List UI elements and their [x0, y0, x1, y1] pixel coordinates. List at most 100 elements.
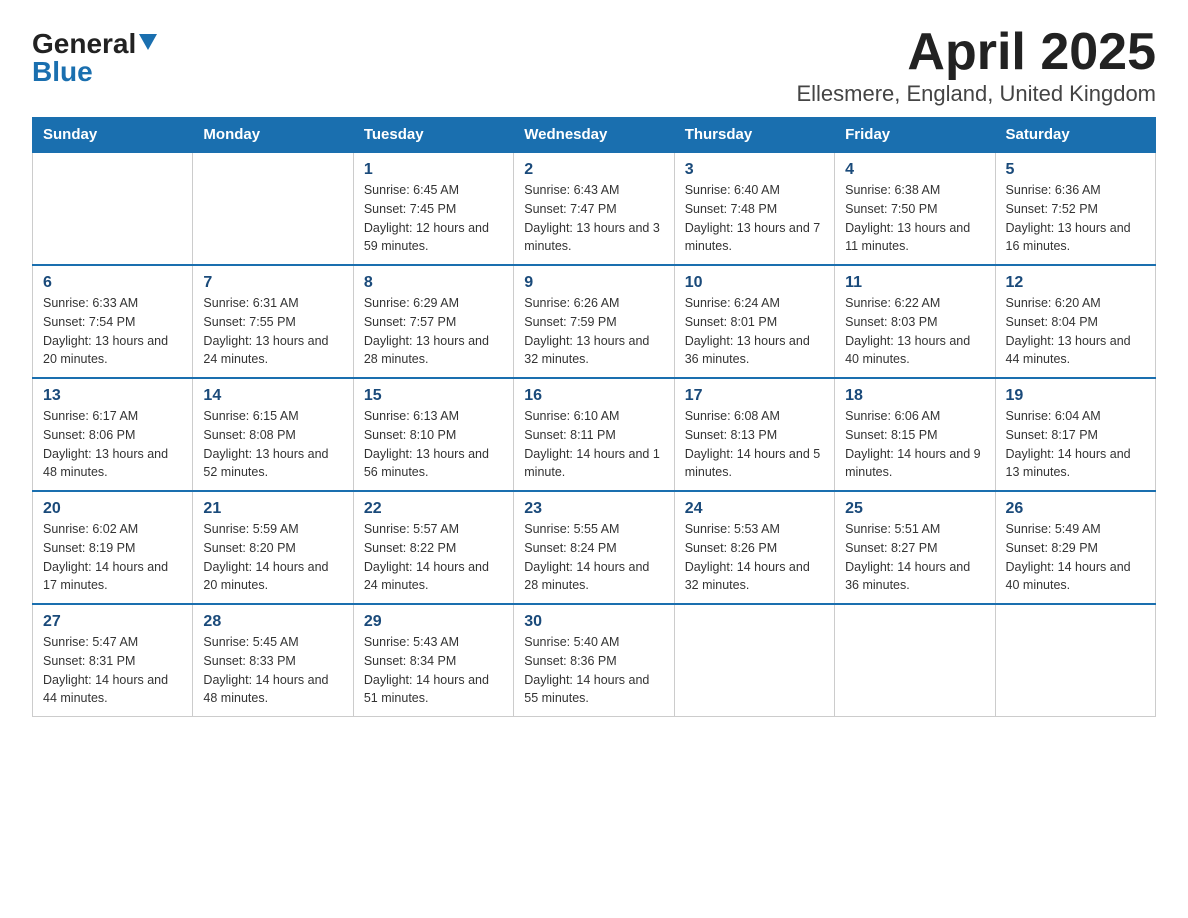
- day-info: Sunrise: 6:29 AM Sunset: 7:57 PM Dayligh…: [364, 294, 503, 369]
- day-number: 29: [364, 613, 503, 631]
- page-header: General Blue April 2025 Ellesmere, Engla…: [32, 24, 1156, 107]
- day-number: 5: [1006, 161, 1145, 179]
- day-number: 18: [845, 387, 984, 405]
- day-number: 20: [43, 500, 182, 518]
- column-header-thursday: Thursday: [674, 118, 834, 153]
- day-number: 21: [203, 500, 342, 518]
- day-number: 3: [685, 161, 824, 179]
- calendar-week-row: 13Sunrise: 6:17 AM Sunset: 8:06 PM Dayli…: [33, 378, 1156, 491]
- day-number: 27: [43, 613, 182, 631]
- calendar-cell: 29 Sunrise: 5:43 AM Sunset: 8:34 PM Dayli…: [353, 604, 513, 717]
- calendar-cell: 9Sunrise: 6:26 AM Sunset: 7:59 PM Daylig…: [514, 265, 674, 378]
- column-header-tuesday: Tuesday: [353, 118, 513, 153]
- day-info: Sunrise: 6:20 AM Sunset: 8:04 PM Dayligh…: [1006, 294, 1145, 369]
- day-info: Sunrise: 5:59 AM Sunset: 8:20 PM Dayligh…: [203, 520, 342, 595]
- day-info: Sunrise: 6:24 AM Sunset: 8:01 PM Dayligh…: [685, 294, 824, 369]
- calendar-cell: 11 Sunrise: 6:22 AM Sunset: 8:03 PM Dayli…: [835, 265, 995, 378]
- day-info: Sunrise: 6:15 AM Sunset: 8:08 PM Dayligh…: [203, 407, 342, 482]
- calendar-cell: [193, 152, 353, 265]
- column-header-sunday: Sunday: [33, 118, 193, 153]
- day-number: 7: [203, 274, 342, 292]
- day-number: 1: [364, 161, 503, 179]
- day-info: Sunrise: 6:26 AM Sunset: 7:59 PM Dayligh…: [524, 294, 663, 369]
- day-number: 16: [524, 387, 663, 405]
- calendar-cell: 13Sunrise: 6:17 AM Sunset: 8:06 PM Dayli…: [33, 378, 193, 491]
- day-number: 6: [43, 274, 182, 292]
- calendar-table: SundayMondayTuesdayWednesdayThursdayFrid…: [32, 117, 1156, 717]
- calendar-cell: 25Sunrise: 5:51 AM Sunset: 8:27 PM Dayli…: [835, 491, 995, 604]
- day-info: Sunrise: 6:22 AM Sunset: 8:03 PM Dayligh…: [845, 294, 984, 369]
- calendar-cell: 23Sunrise: 5:55 AM Sunset: 8:24 PM Dayli…: [514, 491, 674, 604]
- calendar-cell: 12Sunrise: 6:20 AM Sunset: 8:04 PM Dayli…: [995, 265, 1155, 378]
- calendar-cell: 19 Sunrise: 6:04 AM Sunset: 8:17 PM Dayli…: [995, 378, 1155, 491]
- calendar-cell: 17 Sunrise: 6:08 AM Sunset: 8:13 PM Dayli…: [674, 378, 834, 491]
- calendar-cell: [33, 152, 193, 265]
- calendar-cell: 18 Sunrise: 6:06 AM Sunset: 8:15 PM Dayli…: [835, 378, 995, 491]
- day-number: 17: [685, 387, 824, 405]
- calendar-cell: 1 Sunrise: 6:45 AM Sunset: 7:45 PM Daylig…: [353, 152, 513, 265]
- column-header-saturday: Saturday: [995, 118, 1155, 153]
- calendar-cell: 7Sunrise: 6:31 AM Sunset: 7:55 PM Daylig…: [193, 265, 353, 378]
- day-info: Sunrise: 5:40 AM Sunset: 8:36 PM Dayligh…: [524, 633, 663, 708]
- calendar-cell: 22 Sunrise: 5:57 AM Sunset: 8:22 PM Dayli…: [353, 491, 513, 604]
- day-info: Sunrise: 6:10 AM Sunset: 8:11 PM Dayligh…: [524, 407, 663, 482]
- day-info: Sunrise: 6:43 AM Sunset: 7:47 PM Dayligh…: [524, 181, 663, 256]
- calendar-cell: 24Sunrise: 5:53 AM Sunset: 8:26 PM Dayli…: [674, 491, 834, 604]
- calendar-cell: 2 Sunrise: 6:43 AM Sunset: 7:47 PM Daylig…: [514, 152, 674, 265]
- calendar-cell: 4Sunrise: 6:38 AM Sunset: 7:50 PM Daylig…: [835, 152, 995, 265]
- day-info: Sunrise: 6:02 AM Sunset: 8:19 PM Dayligh…: [43, 520, 182, 595]
- day-number: 2: [524, 161, 663, 179]
- day-number: 10: [685, 274, 824, 292]
- day-number: 15: [364, 387, 503, 405]
- calendar-cell: 16 Sunrise: 6:10 AM Sunset: 8:11 PM Dayli…: [514, 378, 674, 491]
- logo-arrow-icon: [139, 34, 157, 55]
- day-number: 11: [845, 274, 984, 292]
- calendar-cell: 20 Sunrise: 6:02 AM Sunset: 8:19 PM Dayli…: [33, 491, 193, 604]
- title-block: April 2025 Ellesmere, England, United Ki…: [796, 24, 1156, 107]
- calendar-cell: 3 Sunrise: 6:40 AM Sunset: 7:48 PM Daylig…: [674, 152, 834, 265]
- day-number: 30: [524, 613, 663, 631]
- day-number: 14: [203, 387, 342, 405]
- calendar-cell: 15 Sunrise: 6:13 AM Sunset: 8:10 PM Dayli…: [353, 378, 513, 491]
- day-info: Sunrise: 5:57 AM Sunset: 8:22 PM Dayligh…: [364, 520, 503, 595]
- calendar-week-row: 6 Sunrise: 6:33 AM Sunset: 7:54 PM Daylig…: [33, 265, 1156, 378]
- day-info: Sunrise: 5:45 AM Sunset: 8:33 PM Dayligh…: [203, 633, 342, 708]
- day-info: Sunrise: 5:47 AM Sunset: 8:31 PM Dayligh…: [43, 633, 182, 708]
- calendar-cell: 26Sunrise: 5:49 AM Sunset: 8:29 PM Dayli…: [995, 491, 1155, 604]
- column-header-friday: Friday: [835, 118, 995, 153]
- day-info: Sunrise: 6:04 AM Sunset: 8:17 PM Dayligh…: [1006, 407, 1145, 482]
- calendar-cell: 30 Sunrise: 5:40 AM Sunset: 8:36 PM Dayli…: [514, 604, 674, 717]
- column-header-wednesday: Wednesday: [514, 118, 674, 153]
- day-info: Sunrise: 6:40 AM Sunset: 7:48 PM Dayligh…: [685, 181, 824, 256]
- day-number: 23: [524, 500, 663, 518]
- day-info: Sunrise: 6:13 AM Sunset: 8:10 PM Dayligh…: [364, 407, 503, 482]
- day-info: Sunrise: 6:33 AM Sunset: 7:54 PM Dayligh…: [43, 294, 182, 369]
- calendar-cell: 27 Sunrise: 5:47 AM Sunset: 8:31 PM Dayli…: [33, 604, 193, 717]
- day-info: Sunrise: 5:43 AM Sunset: 8:34 PM Dayligh…: [364, 633, 503, 708]
- calendar-cell: [995, 604, 1155, 717]
- calendar-cell: 10 Sunrise: 6:24 AM Sunset: 8:01 PM Dayli…: [674, 265, 834, 378]
- day-info: Sunrise: 5:53 AM Sunset: 8:26 PM Dayligh…: [685, 520, 824, 595]
- calendar-cell: 6 Sunrise: 6:33 AM Sunset: 7:54 PM Daylig…: [33, 265, 193, 378]
- calendar-header-row: SundayMondayTuesdayWednesdayThursdayFrid…: [33, 118, 1156, 153]
- day-info: Sunrise: 6:45 AM Sunset: 7:45 PM Dayligh…: [364, 181, 503, 256]
- day-info: Sunrise: 6:08 AM Sunset: 8:13 PM Dayligh…: [685, 407, 824, 482]
- day-info: Sunrise: 5:51 AM Sunset: 8:27 PM Dayligh…: [845, 520, 984, 595]
- page-title: April 2025: [796, 24, 1156, 81]
- day-number: 22: [364, 500, 503, 518]
- day-info: Sunrise: 5:49 AM Sunset: 8:29 PM Dayligh…: [1006, 520, 1145, 595]
- day-info: Sunrise: 6:38 AM Sunset: 7:50 PM Dayligh…: [845, 181, 984, 256]
- calendar-cell: 5 Sunrise: 6:36 AM Sunset: 7:52 PM Daylig…: [995, 152, 1155, 265]
- day-info: Sunrise: 6:36 AM Sunset: 7:52 PM Dayligh…: [1006, 181, 1145, 256]
- calendar-week-row: 1 Sunrise: 6:45 AM Sunset: 7:45 PM Daylig…: [33, 152, 1156, 265]
- day-number: 13: [43, 387, 182, 405]
- calendar-cell: 14 Sunrise: 6:15 AM Sunset: 8:08 PM Dayli…: [193, 378, 353, 491]
- calendar-cell: [835, 604, 995, 717]
- logo-blue: Blue: [32, 58, 93, 86]
- day-info: Sunrise: 6:06 AM Sunset: 8:15 PM Dayligh…: [845, 407, 984, 482]
- calendar-cell: [674, 604, 834, 717]
- logo: General Blue: [32, 30, 157, 86]
- day-number: 28: [203, 613, 342, 631]
- day-number: 19: [1006, 387, 1145, 405]
- calendar-cell: 28 Sunrise: 5:45 AM Sunset: 8:33 PM Dayli…: [193, 604, 353, 717]
